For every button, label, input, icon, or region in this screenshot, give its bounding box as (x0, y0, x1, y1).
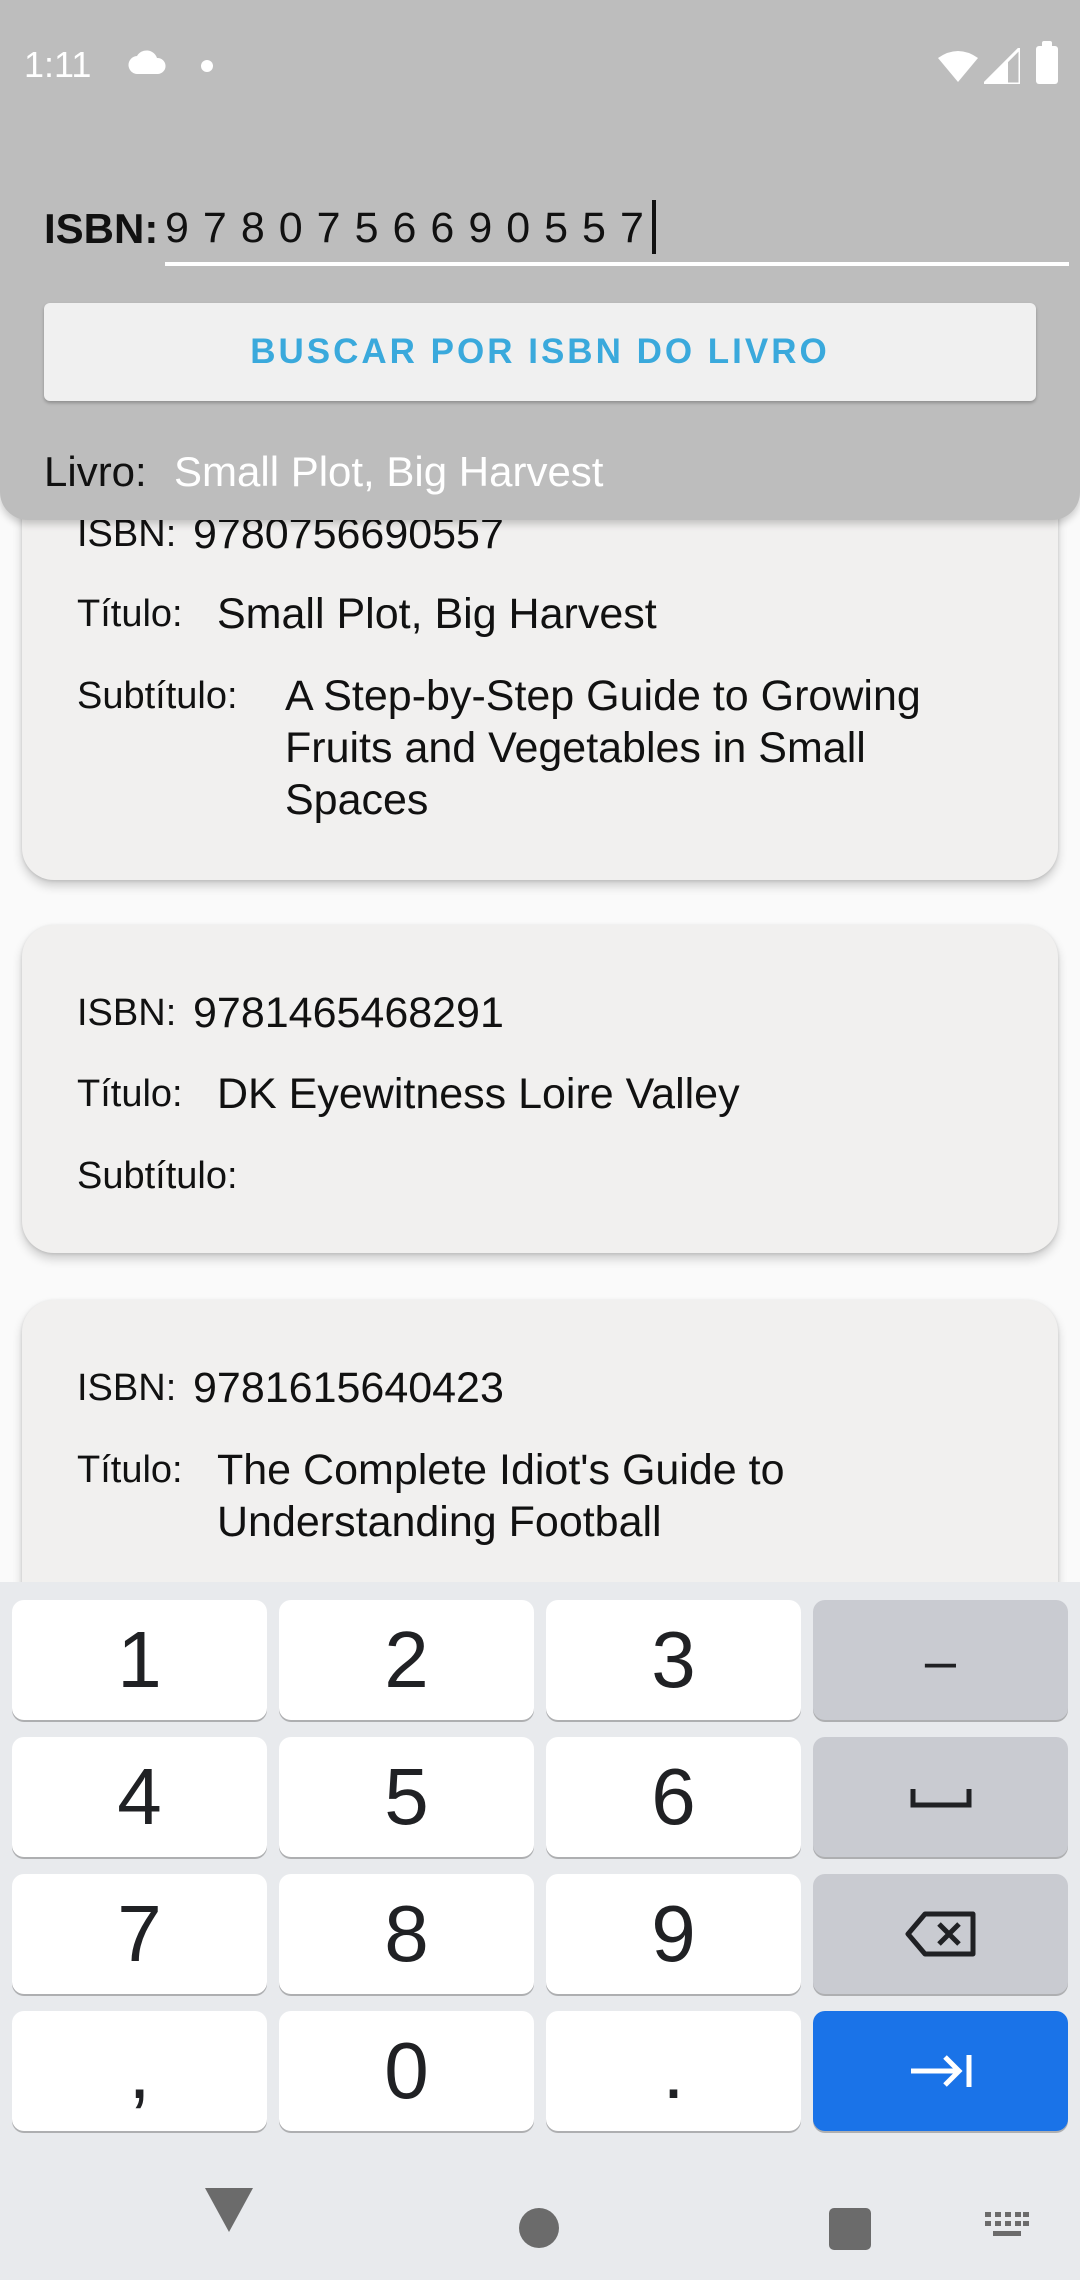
subtitle-row-value: A Step-by-Step Guide to Growing Fruits a… (285, 672, 921, 824)
wifi-icon (938, 51, 978, 82)
key-7[interactable]: 7 (12, 1874, 267, 1994)
key-backspace[interactable] (813, 1874, 1068, 1994)
isbn-row-label: ISBN: (77, 992, 177, 1034)
title-row-value: Small Plot, Big Harvest (217, 590, 657, 638)
isbn-input[interactable]: 9780756690557 (165, 192, 1069, 266)
key-4[interactable]: 4 (12, 1737, 267, 1857)
title-row-label: Título: (77, 1449, 183, 1491)
search-header: 1:11 ISBN: 9780756690557 BUSCAR POR ISBN… (0, 0, 1080, 520)
nav-back-icon[interactable] (205, 2188, 253, 2232)
key-1[interactable]: 1 (12, 1600, 267, 1720)
key-period[interactable]: . (546, 2011, 801, 2131)
subtitle-row: Subtítulo: A Step-by-Step Guide to Growi… (77, 670, 965, 826)
notification-dot-icon (201, 60, 213, 72)
nav-recent-icon[interactable] (829, 2208, 871, 2250)
isbn-input-value: 9780756690557 (165, 204, 658, 252)
key-comma[interactable]: , (12, 2011, 267, 2131)
subtitle-row-label: Subtítulo: (77, 675, 238, 717)
isbn-label: ISBN: (44, 205, 159, 252)
title-row-label: Título: (77, 1073, 183, 1115)
key-5[interactable]: 5 (279, 1737, 534, 1857)
book-card[interactable]: ISBN: 9781465468291 Título: DK Eyewitnes… (22, 925, 1058, 1253)
navigation-bar (0, 2160, 1080, 2280)
key-2[interactable]: 2 (279, 1600, 534, 1720)
title-row: Título: Small Plot, Big Harvest (77, 588, 657, 640)
search-isbn-button[interactable]: BUSCAR POR ISBN DO LIVRO (44, 303, 1036, 401)
keyboard-icon[interactable] (985, 2212, 1029, 2240)
book-label: Livro: (44, 448, 147, 495)
isbn-row-label: ISBN: (77, 1367, 177, 1409)
title-row: Título: The Complete Idiot's Guide to Un… (77, 1444, 837, 1548)
key-space[interactable] (813, 1737, 1068, 1857)
text-caret (651, 199, 656, 254)
key-8[interactable]: 8 (279, 1874, 534, 1994)
isbn-row-value: 9781465468291 (193, 989, 504, 1037)
title-row-value: The Complete Idiot's Guide to Understand… (217, 1446, 785, 1546)
title-row-value: DK Eyewitness Loire Valley (217, 1070, 740, 1118)
backspace-icon (905, 1911, 975, 1957)
subtitle-row: Subtítulo: (77, 1150, 285, 1202)
status-time: 1:11 (24, 44, 92, 85)
isbn-row: ISBN: 9781465468291 (77, 987, 504, 1039)
key-9[interactable]: 9 (546, 1874, 801, 1994)
nav-home-icon[interactable] (519, 2208, 559, 2248)
isbn-row: ISBN: 9781615640423 (77, 1362, 504, 1414)
title-row: Título: DK Eyewitness Loire Valley (77, 1068, 740, 1120)
cloud-icon (128, 50, 166, 74)
key-minus[interactable]: – (813, 1600, 1068, 1720)
space-icon (910, 1789, 971, 1808)
key-6[interactable]: 6 (546, 1737, 801, 1857)
key-3[interactable]: 3 (546, 1600, 801, 1720)
tab-arrow-icon (910, 2055, 971, 2087)
book-value: Small Plot, Big Harvest (174, 448, 604, 495)
title-row-label: Título: (77, 593, 183, 635)
key-enter[interactable] (813, 2011, 1068, 2131)
subtitle-row-label: Subtítulo: (77, 1155, 238, 1197)
isbn-row-value: 9781615640423 (193, 1364, 504, 1412)
book-card[interactable]: ISBN: 9781615640423 Título: The Complete… (22, 1300, 1058, 1582)
signal-icon (984, 48, 1020, 84)
battery-icon (1036, 41, 1058, 84)
key-0[interactable]: 0 (279, 2011, 534, 2131)
